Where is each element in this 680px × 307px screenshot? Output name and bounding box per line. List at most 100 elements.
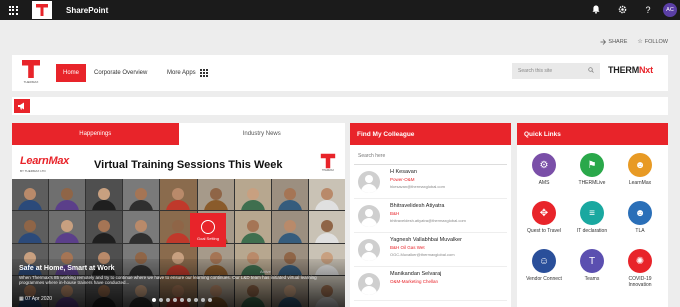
- help-icon[interactable]: ?: [642, 5, 654, 15]
- participant-tile: [49, 179, 86, 211]
- app-launcher-icon[interactable]: [0, 0, 26, 20]
- quick-link[interactable]: ≡ IT declaration: [570, 201, 614, 234]
- banner-header: LearnMax BY THERMAX LTD Virtual Training…: [12, 151, 345, 179]
- quick-link-label: TLA: [635, 228, 645, 234]
- people-icon: ☻: [628, 153, 652, 177]
- person-avatar: [358, 273, 380, 295]
- gear-icon[interactable]: [616, 5, 628, 16]
- participant-tile: [234, 179, 271, 211]
- colleague-list: H Kesavan Power-O&M hkesavan@thermaxglobal…: [350, 165, 511, 301]
- participant-tile: [123, 211, 160, 243]
- people-group-icon: ☻: [628, 201, 652, 225]
- participant-tile: [123, 179, 160, 211]
- participant-tile: [197, 179, 234, 211]
- document-icon: ≡: [580, 201, 604, 225]
- colleague-row[interactable]: Yagnesh Vallabhbai Muvalker B&H Oil Gas W…: [354, 233, 507, 267]
- suite-title[interactable]: SharePoint: [66, 6, 108, 15]
- person-email: bhitraveldesh.atiyatra@thermaxglobal.com: [390, 218, 466, 223]
- goal-setting-badge: Goal Setting: [190, 213, 226, 247]
- carousel-dot[interactable]: [208, 298, 212, 302]
- learnmax-tagline: BY THERMAX LTD: [20, 169, 46, 173]
- calendar-icon: ▦: [19, 296, 24, 302]
- carousel-dot[interactable]: [180, 298, 184, 302]
- colleague-row[interactable]: Bhitravelidesh Atiyatra B&H bhitraveldesh.…: [354, 199, 507, 233]
- tab-happenings[interactable]: Happenings: [12, 123, 179, 145]
- quick-links-title: Quick Links: [517, 123, 668, 145]
- goal-label: Goal Setting: [196, 235, 219, 241]
- news-carousel[interactable]: LearnMax BY THERMAX LTD Virtual Training…: [12, 151, 345, 307]
- person-avatar: [358, 171, 380, 193]
- person-name: Yagnesh Vallabhbai Muvalker: [390, 237, 462, 243]
- news-tabs: Happenings Industry News: [12, 123, 345, 145]
- find-colleague-title: Find My Colleague: [350, 123, 511, 145]
- colleague-row[interactable]: H Kesavan Power-O&M hkesavan@thermaxglobal…: [354, 165, 507, 199]
- carousel-dot[interactable]: [201, 298, 205, 302]
- carousel-dot[interactable]: [152, 298, 156, 302]
- nav-home[interactable]: Home: [56, 64, 86, 82]
- quick-link[interactable]: ⚑ THERMLive: [570, 153, 614, 186]
- news-panel: Happenings Industry News LearnMax BY THE…: [12, 123, 345, 307]
- quick-link[interactable]: ✺ COVID-19 Innovation: [618, 249, 662, 288]
- megaphone-icon[interactable]: [14, 99, 30, 113]
- teams-icon: T: [580, 249, 604, 273]
- quick-link-label: COVID-19 Innovation: [628, 276, 652, 288]
- site-logo[interactable]: THERMAX: [20, 59, 42, 87]
- flag-icon: ⚑: [580, 153, 604, 177]
- thermnxt-logo: THERMNxt: [608, 65, 653, 75]
- avatar[interactable]: AC: [663, 3, 677, 17]
- banner-logo-word: THERMAX: [321, 169, 335, 172]
- carousel-dot[interactable]: [159, 298, 163, 302]
- carousel-dot[interactable]: [187, 298, 191, 302]
- tab-industry-news[interactable]: Industry News: [178, 123, 345, 145]
- participant-tile: [86, 179, 123, 211]
- participant-tile: [308, 211, 345, 243]
- story-text: When Thermax's 85 working remotely and t…: [19, 275, 317, 286]
- compass-icon: ✥: [532, 201, 556, 225]
- participant-tile: [49, 211, 86, 243]
- virus-icon: ✺: [628, 249, 652, 273]
- person-name: H Kesavan: [390, 169, 417, 175]
- site-search-input[interactable]: Search this site: [512, 63, 600, 79]
- quick-link-label: Teams: [584, 276, 600, 282]
- quick-links-panel: Quick Links ⚙ AMS ⚑ THERMLive ☻ LearnMax ✥ Ques…: [517, 123, 668, 307]
- bell-icon[interactable]: [590, 5, 602, 16]
- person-avatar: [358, 205, 380, 227]
- quick-link[interactable]: ☻ TLA: [618, 201, 662, 234]
- quick-link[interactable]: T Teams: [570, 249, 614, 282]
- quick-link-label: Vendor Connect: [526, 276, 562, 282]
- follow-label: FOLLOW: [644, 38, 668, 45]
- target-icon: [201, 219, 215, 234]
- quick-link[interactable]: ✥ Quest to Travel: [522, 201, 566, 234]
- nav-more-apps[interactable]: More Apps: [167, 64, 208, 82]
- announcement-strip: [12, 97, 668, 115]
- person-email: OGC-Muvalker@thermaxglobal.com: [390, 252, 455, 257]
- person-email: hkesavan@thermaxglobal.com: [390, 184, 445, 189]
- quick-link[interactable]: ☻ LearnMax: [618, 153, 662, 186]
- nav-corporate-overview[interactable]: Corporate Overview: [94, 64, 147, 82]
- person-dept: B&H Oil Gas Wet: [390, 245, 425, 250]
- page-actions: SHARE ☆ FOLLOW: [600, 38, 668, 45]
- colleague-row[interactable]: Manikandan Selvaraj O&M-Marketing Chellan: [354, 267, 507, 301]
- site-search-placeholder: Search this site: [518, 68, 553, 74]
- carousel-dots: [152, 298, 212, 302]
- find-colleague-panel: Find My Colleague Search here H Kesavan P…: [350, 123, 511, 307]
- quick-link[interactable]: ☺ Vendor Connect: [522, 249, 566, 282]
- carousel-dot[interactable]: [173, 298, 177, 302]
- share-icon: [600, 38, 607, 45]
- banner-thermax-logo: THERMAX: [319, 153, 337, 175]
- carousel-dot[interactable]: [166, 298, 170, 302]
- quick-link-label: Quest to Travel: [527, 228, 561, 234]
- thermnxt-prefix: THERM: [608, 65, 639, 75]
- site-logo-word: THERMAX: [23, 80, 39, 84]
- carousel-dot[interactable]: [194, 298, 198, 302]
- quick-link[interactable]: ⚙ AMS: [522, 153, 566, 186]
- story-date-text: 07 Apr 2020: [25, 296, 53, 302]
- thermax-t-icon: [22, 60, 40, 78]
- share-button[interactable]: SHARE: [600, 38, 627, 45]
- person-dept: Power-O&M: [390, 177, 415, 182]
- person-name: Bhitravelidesh Atiyatra: [390, 203, 445, 209]
- colleague-search-input[interactable]: Search here: [354, 145, 507, 165]
- story-title[interactable]: Safe at Home, Smart at Work: [19, 265, 115, 272]
- thermax-logo[interactable]: [32, 1, 52, 19]
- follow-button[interactable]: ☆ FOLLOW: [637, 38, 668, 46]
